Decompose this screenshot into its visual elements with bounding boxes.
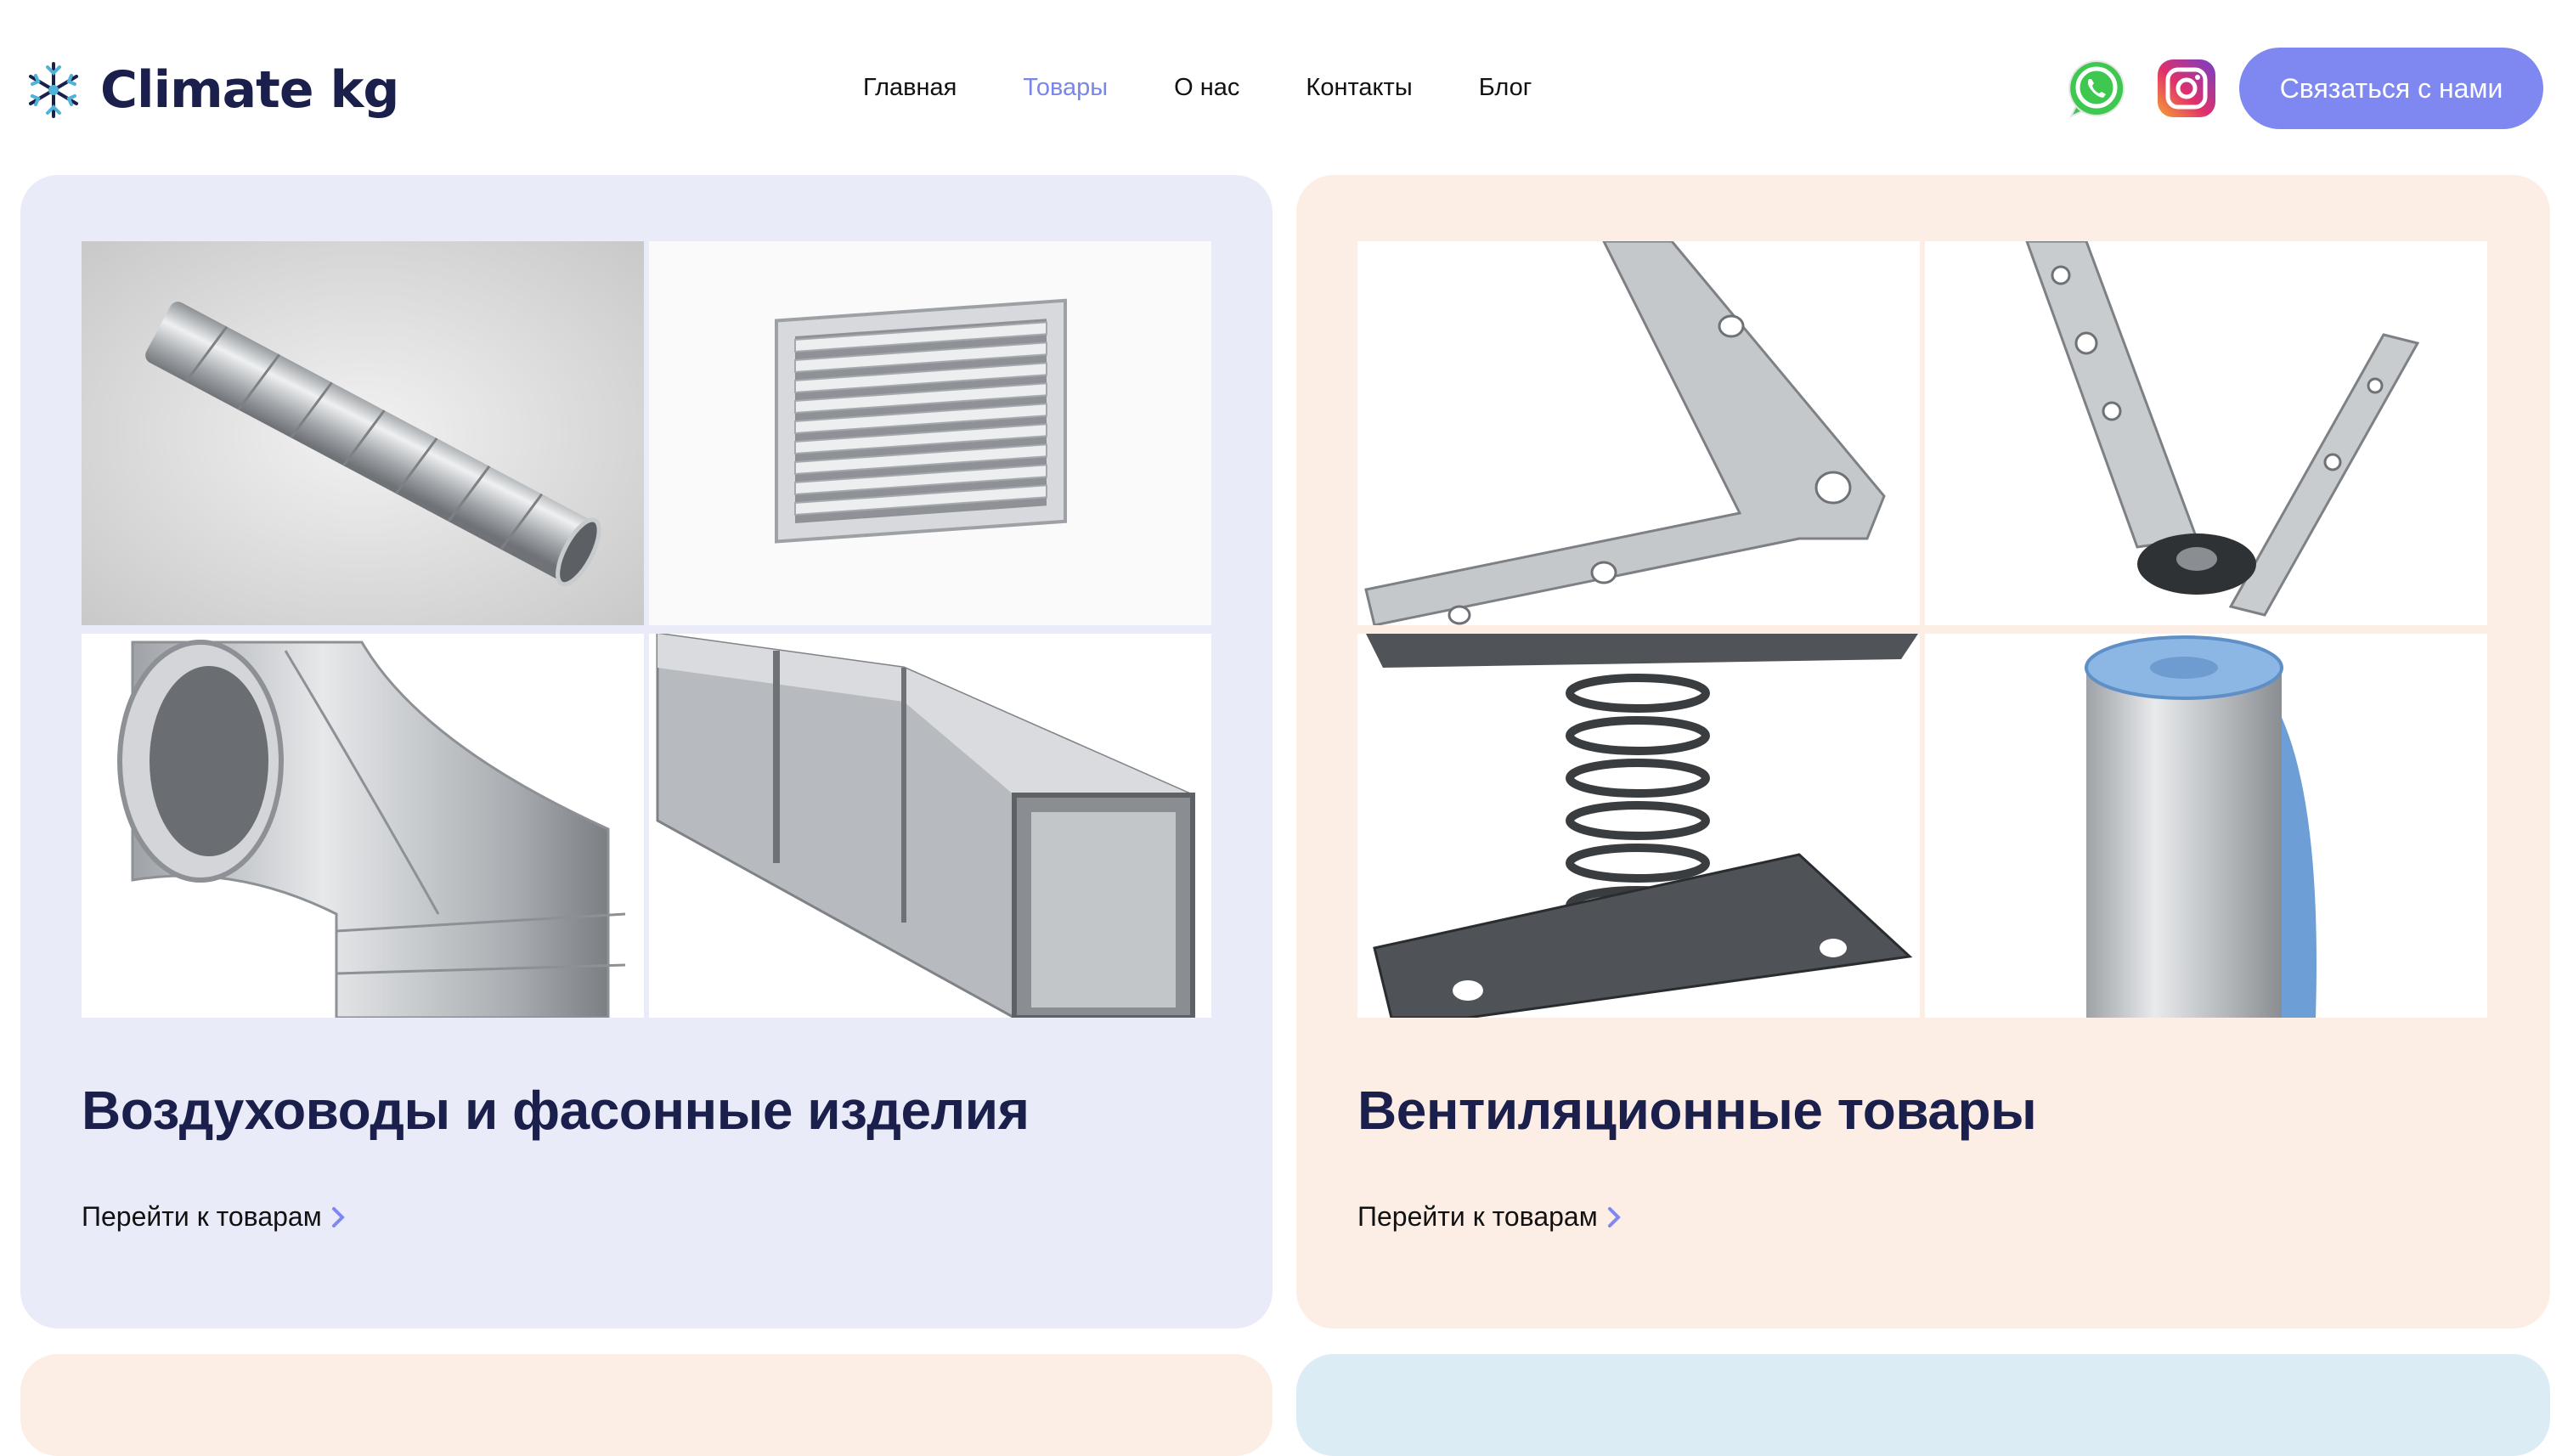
brand-name: Climate kg xyxy=(100,60,399,120)
nav-item-home[interactable]: Главная xyxy=(863,66,957,109)
main-nav: Главная Товары О нас Контакты Блог xyxy=(863,66,1598,109)
contact-us-button[interactable]: Связаться с нами xyxy=(2239,48,2543,129)
snowflake-logo-icon xyxy=(29,62,78,118)
hanger-bracket-image xyxy=(1925,241,2487,625)
site-header: Climate kg Главная Товары О нас Контакты… xyxy=(0,0,2562,178)
go-to-products-link[interactable]: Перейти к товарам xyxy=(1357,1201,1622,1233)
category-card-ventilation-products[interactable]: Вентиляционные товары Перейти к товарам xyxy=(1296,175,2550,1329)
spring-damper-image xyxy=(1357,634,1920,1018)
category-card-air-ducts[interactable]: Воздуховоды и фасонные изделия Перейти к… xyxy=(20,175,1273,1329)
foil-insulation-roll-image xyxy=(1925,634,2487,1018)
nav-item-blog[interactable]: Блог xyxy=(1479,66,1532,109)
category-title: Вентиляционные товары xyxy=(1357,1080,2037,1141)
nav-item-about[interactable]: О нас xyxy=(1174,66,1239,109)
link-label: Перейти к товарам xyxy=(82,1201,322,1232)
chevron-right-icon xyxy=(331,1206,345,1227)
duct-elbow-image xyxy=(82,634,644,1018)
rectangular-duct-image xyxy=(649,634,1211,1018)
category-title: Воздуховоды и фасонные изделия xyxy=(82,1080,1030,1141)
product-image-grid xyxy=(82,241,1211,1018)
product-image-grid xyxy=(1357,241,2487,1018)
category-card-partial-left[interactable] xyxy=(20,1354,1273,1456)
nav-item-products[interactable]: Товары xyxy=(1023,66,1108,109)
logo-link[interactable]: Climate kg xyxy=(22,56,399,124)
go-to-products-link[interactable]: Перейти к товарам xyxy=(82,1201,346,1233)
whatsapp-icon[interactable] xyxy=(2064,56,2129,121)
mounting-bracket-image xyxy=(1357,241,1920,625)
air-grille-image xyxy=(649,241,1211,625)
link-label: Перейти к товарам xyxy=(1357,1201,1598,1232)
spiral-duct-image xyxy=(82,241,644,625)
instagram-icon[interactable] xyxy=(2154,56,2219,121)
category-card-partial-right[interactable] xyxy=(1296,1354,2550,1456)
nav-item-contacts[interactable]: Контакты xyxy=(1306,66,1412,109)
chevron-right-icon xyxy=(1607,1206,1621,1227)
